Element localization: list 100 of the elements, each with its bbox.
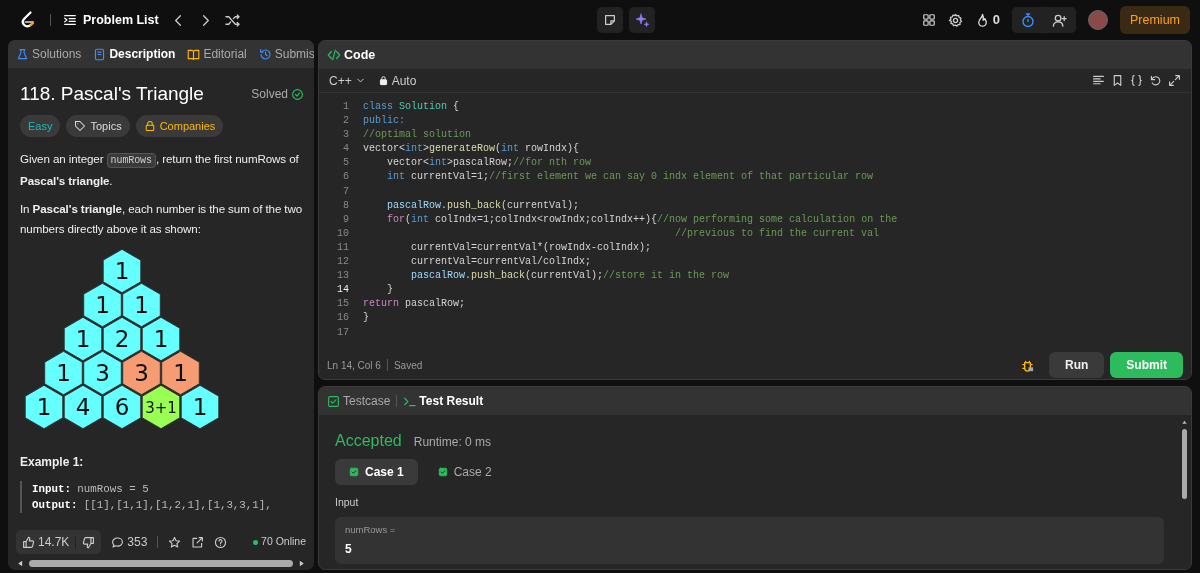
code-line: //previous to find the current val xyxy=(674,226,880,241)
scrollbar-thumb[interactable] xyxy=(1181,429,1187,499)
hexagon-cell: 3 xyxy=(83,350,122,396)
scroll-left-icon[interactable] xyxy=(16,558,25,568)
hexagon-cell: 2 xyxy=(102,316,142,362)
line-number: 15 xyxy=(336,297,350,312)
code-line: int currentVal=1;//first element we can say 0 indx element of that particular row xyxy=(386,170,874,185)
line-number: 13 xyxy=(336,269,350,284)
hexagon-cell: 1 xyxy=(141,316,181,362)
line-number: 1 xyxy=(342,100,350,114)
line-number: 2 xyxy=(342,114,350,129)
verdict: Accepted xyxy=(335,431,402,451)
avatar[interactable] xyxy=(1088,10,1108,30)
code-line: currentVal=currentVal/colIndx; xyxy=(410,255,592,270)
reset-icon xyxy=(1149,74,1162,87)
notes-button[interactable] xyxy=(596,7,623,33)
format-icon xyxy=(1092,74,1105,87)
line-number: 12 xyxy=(336,255,350,270)
hexagon-cell: 1 xyxy=(24,384,64,430)
scroll-up-icon[interactable] xyxy=(1180,419,1188,426)
note-icon xyxy=(602,13,617,27)
line-number: 14 xyxy=(336,283,350,298)
hexagon-cell: 1 xyxy=(161,350,200,396)
comments-button[interactable]: 353 xyxy=(111,533,148,551)
online-count: 70 Online xyxy=(261,534,306,550)
hexagon-cell: 1 xyxy=(63,316,103,362)
expand-button[interactable] xyxy=(1168,74,1181,87)
topics-tag[interactable]: Topics xyxy=(66,114,130,137)
code-line: class Solution { xyxy=(363,100,460,114)
scroll-right-icon[interactable] xyxy=(297,558,306,568)
inline-code: numRows xyxy=(106,153,156,168)
run-button[interactable]: Run xyxy=(1049,352,1105,378)
case-tab[interactable]: Case 2 xyxy=(423,459,506,485)
checkbox-icon xyxy=(327,394,340,408)
save-status: Saved xyxy=(393,358,423,373)
hexagon-cell: 3+1 xyxy=(141,384,181,430)
solved-label: Solved xyxy=(251,86,288,104)
description-text: In Pascal's triangle, each number is the sum of the two numbers directly above it as shown: xyxy=(20,201,304,237)
code-line: } xyxy=(386,283,393,298)
expand-icon xyxy=(1168,74,1181,87)
share-button[interactable] xyxy=(191,535,205,549)
settings-button[interactable] xyxy=(947,12,963,28)
hexagon-cell: 1 xyxy=(44,350,83,396)
code-line: return pascalRow; xyxy=(363,297,466,312)
reset-button[interactable] xyxy=(1149,74,1162,87)
braces-icon xyxy=(1130,74,1143,87)
streak-button[interactable]: 0 xyxy=(974,10,1000,30)
online-dot xyxy=(253,539,259,545)
code-line: currentVal=currentVal*(rowIndx-colIndx); xyxy=(410,240,652,255)
grid-icon xyxy=(921,13,936,27)
line-number: 3 xyxy=(342,128,350,143)
premium-button[interactable]: Premium xyxy=(1120,5,1190,35)
thumbs-up-icon xyxy=(22,535,35,549)
braces-button[interactable] xyxy=(1130,74,1143,87)
problem-title: 118. Pascal's Triangle xyxy=(20,82,204,106)
difficulty-tag[interactable]: Easy xyxy=(20,114,61,137)
external-link-icon xyxy=(191,535,205,549)
shuffle-button[interactable] xyxy=(224,12,240,28)
hexagon-cell: 1 xyxy=(102,248,142,294)
hexagon-cell: 1 xyxy=(83,282,122,328)
shuffle-icon xyxy=(224,12,240,28)
code-line: vector<int>pascalRow;//for nth row xyxy=(386,156,592,171)
ai-assistant-button[interactable] xyxy=(628,7,655,33)
line-number: 17 xyxy=(336,325,350,340)
code-tab[interactable]: Code xyxy=(327,45,376,65)
language-dropdown[interactable]: C++ xyxy=(329,71,366,90)
star-icon xyxy=(168,535,182,549)
line-number: 8 xyxy=(342,198,350,213)
help-button[interactable] xyxy=(214,535,228,549)
list-icon xyxy=(63,13,77,27)
code-line: vector<int>generateRow(int rowIndx){ xyxy=(363,142,580,157)
book-icon xyxy=(187,47,201,61)
hexagon-cell: 1 xyxy=(180,384,220,430)
bookmark-button[interactable] xyxy=(1111,74,1124,87)
description-tab[interactable]: Description xyxy=(93,45,176,63)
favorite-button[interactable] xyxy=(168,535,182,549)
description-tab[interactable]: Editorial xyxy=(187,45,247,63)
layout-button[interactable] xyxy=(921,13,936,27)
cursor-position: Ln 14, Col 6 xyxy=(327,358,381,373)
hexagon-cell: 4 xyxy=(63,384,103,430)
add-user-icon xyxy=(1052,12,1068,28)
input-label: Input xyxy=(335,495,360,510)
line-number: 16 xyxy=(336,311,350,326)
code-line: pascalRow.push_back(currentVal);//store it in the row xyxy=(410,269,730,284)
history-icon xyxy=(258,47,272,61)
problem-list-button[interactable]: Problem List xyxy=(63,10,159,30)
settings-icon xyxy=(947,12,963,28)
result-tab[interactable]: Testcase xyxy=(327,392,391,410)
scrollbar-thumb[interactable] xyxy=(29,559,293,567)
parameter-value: 5 xyxy=(345,541,353,558)
format-button[interactable] xyxy=(1092,74,1105,87)
description-tab[interactable]: Solutions xyxy=(16,45,82,63)
companies-tag[interactable]: Companies xyxy=(135,114,224,137)
result-tab[interactable]: Test Result xyxy=(403,392,484,410)
description-tab[interactable]: Submis xyxy=(258,45,314,63)
sparkle-icon xyxy=(633,12,650,28)
autocomplete-mode: Auto xyxy=(391,72,417,90)
case-tab[interactable]: Case 1 xyxy=(335,459,418,485)
code-line: //optimal solution xyxy=(363,128,472,143)
parameter-name: numRows = xyxy=(345,522,397,537)
